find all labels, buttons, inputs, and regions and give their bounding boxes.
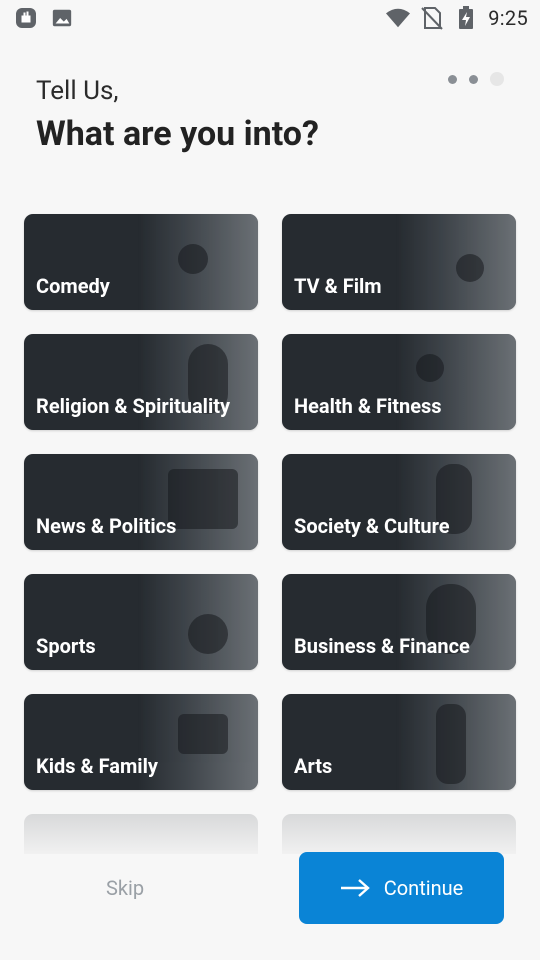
wifi-icon (386, 6, 411, 30)
category-card-comedy[interactable]: Comedy (24, 214, 258, 310)
continue-label: Continue (383, 876, 464, 900)
arrow-right-icon (340, 879, 370, 897)
next-row-fade (24, 814, 516, 854)
clock: 9:25 (488, 6, 528, 30)
battery-charging-icon (454, 6, 478, 30)
category-label: Society & Culture (294, 514, 450, 538)
category-label: Arts (294, 754, 333, 778)
category-label: Kids & Family (36, 754, 158, 778)
header: Tell Us, What are you into? (36, 74, 319, 156)
notification-app-icon (14, 6, 38, 30)
page-dot (448, 74, 457, 84)
category-card-religion-spirituality[interactable]: Religion & Spirituality (24, 334, 258, 430)
category-card-tv-film[interactable]: TV & Film (282, 214, 516, 310)
category-card-health-fitness[interactable]: Health & Fitness (282, 334, 516, 430)
page-dot (469, 74, 478, 84)
category-label: Religion & Spirituality (36, 394, 231, 418)
continue-button[interactable]: Continue (299, 852, 504, 924)
category-label: Health & Fitness (294, 394, 442, 418)
category-card-sports[interactable]: Sports (24, 574, 258, 670)
image-icon (50, 6, 74, 30)
category-card-society-culture[interactable]: Society & Culture (282, 454, 516, 550)
category-label: Comedy (36, 274, 110, 298)
skip-button[interactable]: Skip (106, 876, 144, 900)
category-label: Business & Finance (294, 634, 470, 658)
status-bar: 9:25 (0, 0, 540, 36)
category-card-kids-family[interactable]: Kids & Family (24, 694, 258, 790)
greeting-text: Tell Us, (36, 76, 119, 106)
no-sim-icon (420, 6, 444, 30)
category-card-news-politics[interactable]: News & Politics (24, 454, 258, 550)
category-label: News & Politics (36, 514, 177, 538)
page-dot-active (490, 72, 504, 86)
page-title: What are you into? (36, 114, 319, 154)
category-card-partial[interactable] (282, 814, 516, 854)
category-label: Sports (36, 634, 96, 658)
category-label: TV & Film (294, 274, 382, 298)
page-indicator (448, 72, 504, 86)
category-card-arts[interactable]: Arts (282, 694, 516, 790)
category-card-business-finance[interactable]: Business & Finance (282, 574, 516, 670)
category-card-partial[interactable] (24, 814, 258, 854)
